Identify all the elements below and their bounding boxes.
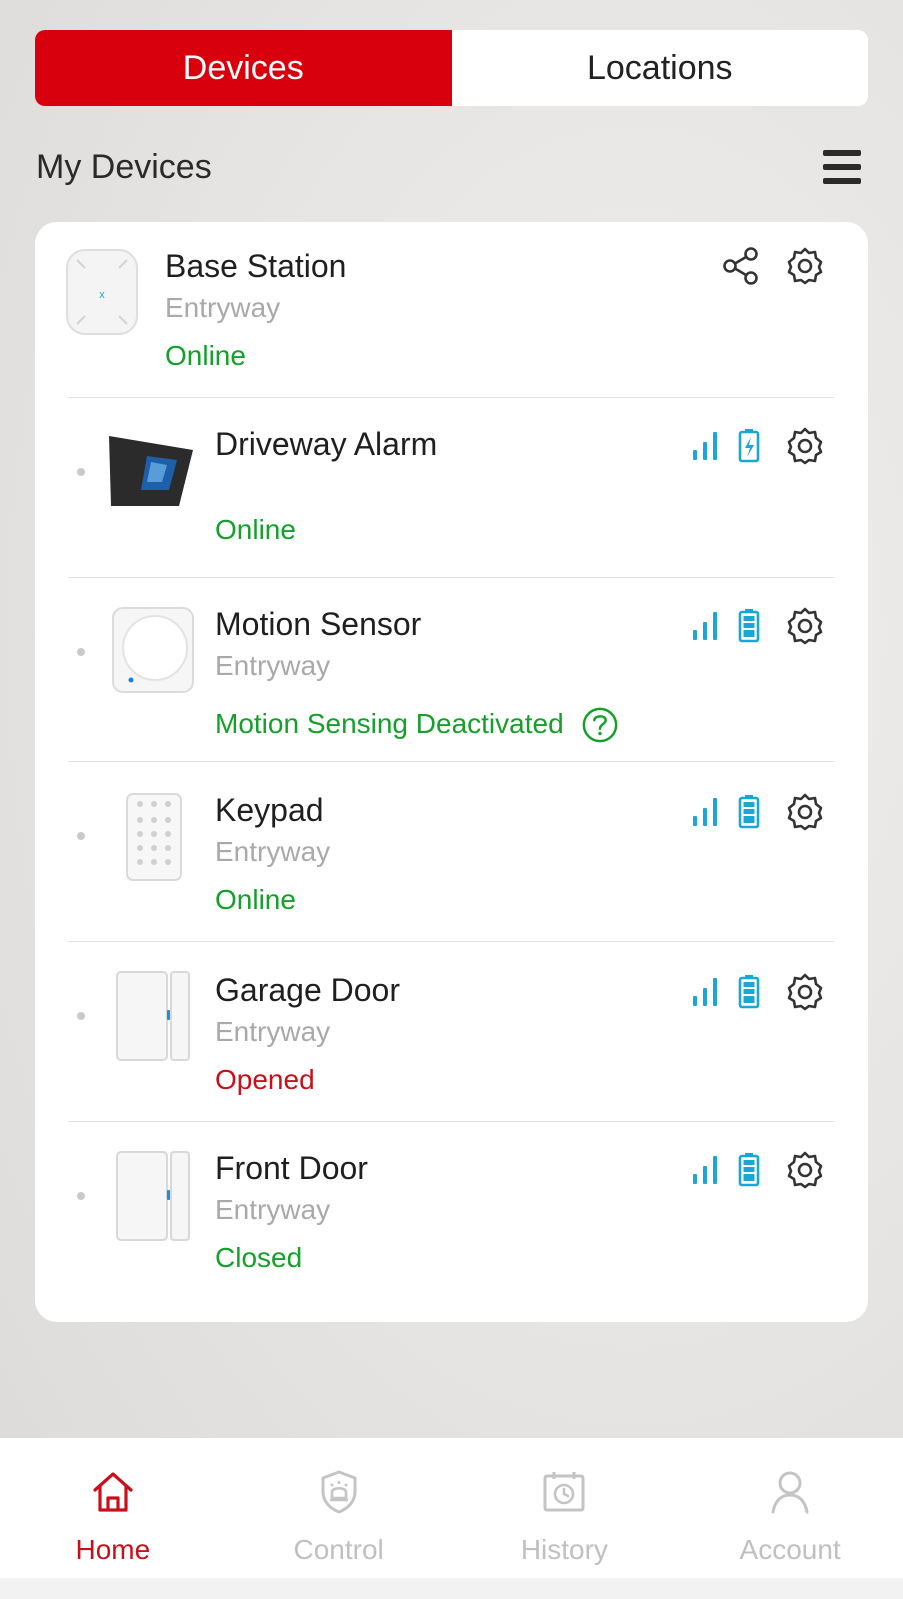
segment-control: Devices Locations — [35, 30, 868, 106]
shield-alarm-icon — [321, 1470, 357, 1514]
device-location: Entryway — [215, 1194, 331, 1225]
signal-icon — [693, 432, 717, 460]
device-name: Driveway Alarm — [215, 426, 438, 462]
page-title: My Devices — [36, 148, 212, 186]
nav-label: Account — [739, 1534, 841, 1565]
device-name: Keypad — [215, 792, 324, 828]
share-icon[interactable] — [721, 246, 761, 286]
history-icon — [543, 1472, 585, 1512]
device-location: Entryway — [215, 650, 331, 681]
battery-full-icon — [738, 795, 760, 829]
device-status: Online — [215, 514, 296, 545]
device-row-garage-door[interactable]: Garage Door Entryway Opened — [35, 942, 868, 1122]
device-row-front-door[interactable]: Front Door Entryway Closed — [35, 1122, 868, 1312]
device-list: x Base Station Entryway Online Driveway … — [35, 222, 868, 1322]
door-sensor-image — [116, 971, 190, 1061]
home-icon — [93, 1472, 133, 1512]
battery-full-icon — [738, 1153, 760, 1187]
bottom-nav: Home Control History Account — [0, 1438, 903, 1578]
device-row-keypad[interactable]: Keypad Entryway Online — [35, 762, 868, 942]
gear-icon[interactable] — [785, 246, 825, 286]
device-status: Opened — [215, 1064, 315, 1095]
motion-sensor-image — [112, 607, 194, 693]
tab-devices[interactable]: Devices — [35, 30, 452, 106]
device-name: Motion Sensor — [215, 606, 422, 642]
help-icon[interactable] — [581, 706, 619, 744]
signal-icon — [693, 612, 717, 640]
driveway-alarm-image — [109, 436, 193, 506]
device-location: Entryway — [215, 1016, 331, 1047]
device-status: Online — [215, 884, 296, 915]
battery-full-icon — [738, 609, 760, 643]
nav-control[interactable]: Control — [226, 1438, 452, 1578]
gear-icon[interactable] — [785, 1150, 825, 1190]
gear-icon[interactable] — [785, 606, 825, 646]
signal-icon — [693, 978, 717, 1006]
device-status: Online — [165, 340, 246, 371]
device-row-driveway-alarm[interactable]: Driveway Alarm Online — [35, 398, 868, 578]
status-dot — [77, 832, 85, 840]
door-sensor-image — [116, 1151, 190, 1241]
status-dot — [77, 648, 85, 656]
nav-account[interactable]: Account — [677, 1438, 903, 1578]
signal-icon — [693, 798, 717, 826]
menu-icon[interactable] — [823, 150, 861, 186]
nav-history[interactable]: History — [452, 1438, 678, 1578]
nav-home[interactable]: Home — [0, 1438, 226, 1578]
gear-icon[interactable] — [785, 792, 825, 832]
nav-label: History — [520, 1534, 608, 1565]
signal-icon — [693, 1156, 717, 1184]
account-icon — [771, 1471, 809, 1514]
device-row-motion-sensor[interactable]: Motion Sensor Entryway Motion Sensing De… — [35, 578, 868, 762]
status-dot — [77, 1192, 85, 1200]
device-name: Garage Door — [215, 972, 400, 1008]
gear-icon[interactable] — [785, 426, 825, 466]
device-status: Motion Sensing Deactivated — [215, 708, 564, 739]
status-dot — [77, 1012, 85, 1020]
device-row-base-station[interactable]: x Base Station Entryway Online — [35, 222, 868, 398]
device-location: Entryway — [215, 836, 331, 867]
device-location: Entryway — [165, 292, 281, 323]
keypad-image — [126, 793, 182, 881]
battery-charging-icon — [738, 429, 760, 463]
battery-full-icon — [738, 975, 760, 1009]
gear-icon[interactable] — [785, 972, 825, 1012]
svg-text:x: x — [99, 289, 105, 301]
device-name: Base Station — [165, 248, 347, 284]
device-status: Closed — [215, 1242, 303, 1273]
tab-locations[interactable]: Locations — [452, 30, 869, 106]
system-bar — [0, 1578, 903, 1599]
nav-label: Control — [293, 1534, 384, 1565]
status-dot — [77, 468, 85, 476]
base-station-image: x — [66, 249, 138, 335]
nav-label: Home — [75, 1534, 151, 1565]
device-name: Front Door — [215, 1150, 368, 1186]
